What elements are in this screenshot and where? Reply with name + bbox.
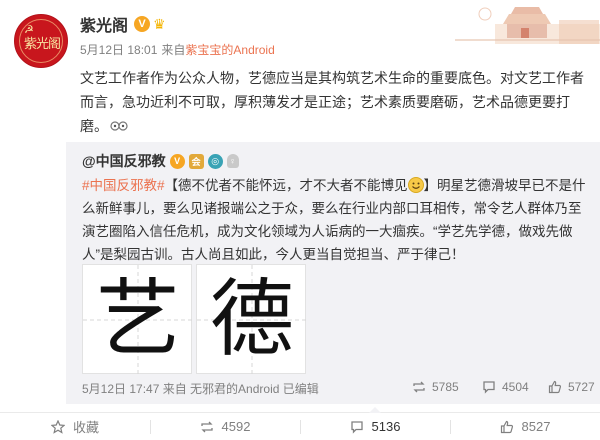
author-row: 紫光阁 V ♛ [80, 12, 171, 36]
repost-header: @中国反邪教 V 会 ◎ ♀ [82, 151, 239, 171]
repost-text-quote: 【德不优者不能怀远，才不大者不能博见 [164, 178, 408, 193]
repost-reposts[interactable]: 5785 [412, 380, 459, 394]
vip-crown-icon: ♛ [153, 16, 166, 32]
repost-comments[interactable]: 4504 [482, 380, 529, 394]
like-count: 8527 [521, 419, 551, 434]
medal-badge-icon: ◎ [207, 153, 223, 169]
thumbs-up-icon [548, 380, 562, 394]
repost-block[interactable]: @中国反邪教 V 会 ◎ ♀ #中国反邪教#【德不优者不能怀远，才不大者不能博见… [66, 142, 600, 404]
repost-image-1[interactable]: 艺 [82, 264, 193, 375]
weibo-post-card: ☭ 紫光阁 紫光阁 V ♛ 5月12日 18:01 来自 紫宝宝的Android… [0, 0, 600, 440]
author-name[interactable]: 紫光阁 [80, 12, 128, 36]
comment-icon [483, 381, 495, 394]
avatar-logo-text: 紫光阁 [23, 37, 61, 52]
repost-text: #中国反邪教#【德不优者不能怀远，才不大者不能博见 】明星艺德滑坡早已不是什么新鲜… [82, 174, 594, 266]
verified-icon: V [134, 16, 151, 32]
repost-time[interactable]: 5月12日 17:47 来自 无邪君的Android 已编辑 [82, 380, 319, 397]
post-text: 文艺工作者作为公众人物，艺德应当是其构筑艺术生命的重要底色。对文艺工作者而言，急… [80, 66, 585, 138]
verified-icon: V [169, 153, 185, 169]
comment-icon [350, 420, 363, 434]
post-source[interactable]: 紫宝宝的Android [185, 41, 274, 58]
post-text-content: 文艺工作者作为公众人物，艺德应当是其构筑艺术生命的重要底色。对文艺工作者而言，急… [80, 70, 584, 134]
repost-comments-count: 4504 [502, 380, 529, 394]
repost-count: 4592 [221, 419, 251, 434]
post-meta: 5月12日 18:01 来自 紫宝宝的Android [80, 41, 275, 58]
active-tab-caret [369, 407, 381, 413]
like-button[interactable]: 8527 [450, 413, 600, 440]
repost-reposts-count: 5785 [432, 380, 459, 394]
calligraphy-character: 德 [209, 270, 294, 368]
repost-image-2[interactable]: 德 [196, 264, 307, 375]
repost-likes-count: 5727 [568, 380, 595, 394]
repost-likes[interactable]: 5727 [548, 380, 595, 394]
repost-button[interactable]: 4592 [150, 413, 300, 440]
smile-emoji-icon [407, 177, 424, 193]
repost-icon [200, 421, 213, 432]
repost-icon [413, 381, 425, 393]
gender-badge-icon: ♀ [226, 154, 239, 168]
member-badge-icon: 会 [188, 153, 204, 169]
repost-author[interactable]: @中国反邪教 [82, 151, 166, 171]
author-avatar[interactable]: ☭ 紫光阁 [14, 14, 68, 68]
glasses-emoji-icon [110, 116, 128, 131]
post-date[interactable]: 5月12日 18:01 [80, 41, 157, 58]
favorite-label: 收藏 [72, 420, 99, 435]
calligraphy-character: 艺 [95, 270, 180, 368]
edited-label[interactable]: 已编辑 [283, 382, 319, 396]
star-icon [50, 419, 65, 434]
favorite-button[interactable]: 收藏 [0, 413, 150, 440]
festival-banner-decoration [455, 0, 600, 44]
comment-button[interactable]: 5136 [300, 407, 450, 440]
comment-count: 5136 [371, 419, 401, 434]
topic-tag[interactable]: #中国反邪教# [82, 178, 165, 193]
thumbs-up-icon [500, 420, 513, 433]
action-toolbar: 收藏 4592 5136 8527 [0, 407, 600, 440]
repost-footer: 5月12日 17:47 来自 无邪君的Android 已编辑 5785 4504… [82, 380, 595, 398]
post-from-label: 来自 [161, 43, 186, 57]
repost-time-text: 5月12日 17:47 来自 无邪君的Android [82, 382, 280, 396]
